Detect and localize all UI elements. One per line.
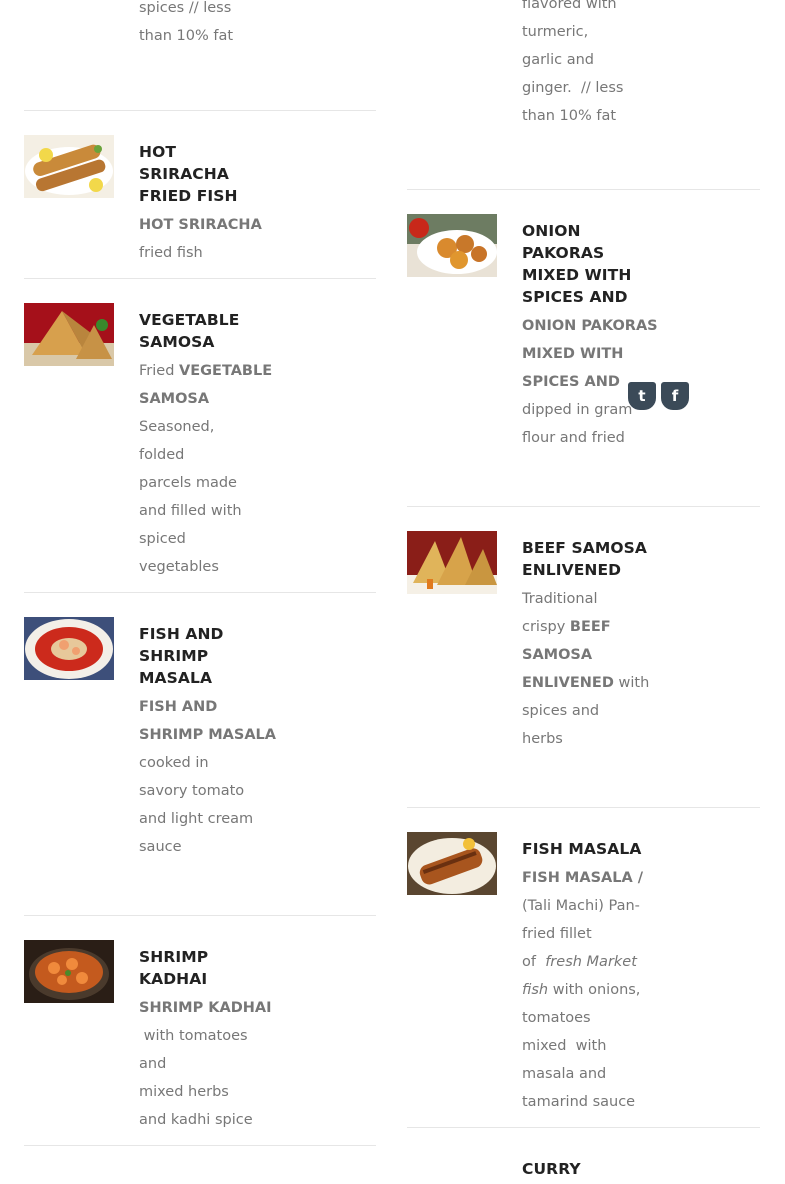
facebook-icon: f (671, 387, 679, 405)
item-title: HOT SRIRACHA FRIED FISH (139, 143, 238, 205)
twitter-icon: t (638, 387, 646, 405)
item-title: SHRIMP KADHAI (139, 948, 209, 988)
item-description: Fried VEGETABLE SAMOSA Seasoned, folded … (139, 363, 273, 575)
social-share: t f (628, 382, 689, 410)
item-description: FISH MASALA / (Tali Machi) Pan- fried fi… (522, 870, 644, 1110)
divider (407, 189, 760, 190)
divider (24, 278, 376, 279)
item-title: VEGETABLE SAMOSA (139, 311, 240, 351)
divider (407, 506, 760, 507)
item-title: FISH MASALA (522, 840, 642, 858)
item-description: HOT SRIRACHA fried fish (139, 217, 262, 261)
divider (407, 807, 760, 808)
item-photo-fish-masala (407, 832, 497, 895)
item-photo-beef-samosa (407, 531, 497, 594)
divider (24, 1145, 376, 1146)
divider (24, 915, 376, 916)
item-description: spices // less than 10% fat (139, 0, 234, 44)
item-description: flavored with turmeric, garlic and ginge… (522, 0, 624, 124)
item-title: CURRY (522, 1160, 581, 1178)
divider (24, 110, 376, 111)
item-description: Traditional crispy BEEF SAMOSA ENLIVENED… (522, 591, 650, 747)
item-photo-fried-fish (24, 135, 114, 198)
item-photo-fish-shrimp-masala (24, 617, 114, 680)
item-photo-curry (407, 1152, 497, 1168)
item-photo-shrimp-kadhai (24, 940, 114, 1003)
item-title: BEEF SAMOSA ENLIVENED (522, 539, 647, 579)
item-description: FISH AND SHRIMP MASALA cooked in savory … (139, 699, 277, 855)
item-description: SHRIMP KADHAI with tomatoes and mixed he… (139, 1000, 272, 1128)
item-photo-samosa (24, 303, 114, 366)
divider (407, 1127, 760, 1128)
item-title: FISH AND SHRIMP MASALA (139, 625, 224, 687)
divider (24, 592, 376, 593)
item-photo-onion-pakoras (407, 214, 497, 277)
item-title: ONION PAKORAS MIXED WITH SPICES AND (522, 222, 632, 306)
facebook-share-button[interactable]: f (661, 382, 689, 410)
twitter-share-button[interactable]: t (628, 382, 656, 410)
